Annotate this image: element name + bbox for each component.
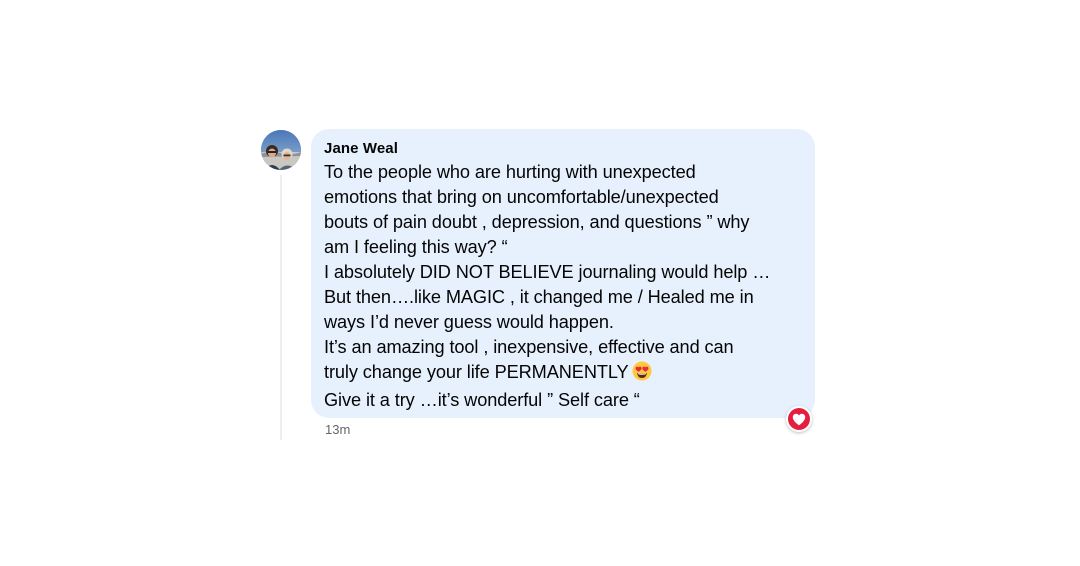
comment-timestamp[interactable]: 13m bbox=[325, 422, 350, 438]
comment-text: To the people who are hurting with unexp… bbox=[324, 160, 801, 413]
love-reaction-badge[interactable] bbox=[786, 406, 812, 432]
comment-line-with-emoji: truly change your life PERMANENTLY bbox=[324, 360, 801, 388]
comment-line: Give it a try …it’s wonderful ” Self car… bbox=[324, 390, 640, 410]
comment-bubble: Jane Weal To the people who are hurting … bbox=[311, 129, 815, 418]
avatar[interactable] bbox=[261, 130, 301, 170]
comment-line: am I feeling this way? “ bbox=[324, 237, 508, 257]
thread-line bbox=[280, 175, 282, 440]
comment-line: To the people who are hurting with unexp… bbox=[324, 162, 696, 182]
comment-line: I absolutely DID NOT BELIEVE journaling … bbox=[324, 262, 771, 282]
love-reaction-icon bbox=[788, 408, 810, 430]
comment-line: bouts of pain doubt , depression, and qu… bbox=[324, 212, 750, 232]
avatar-photo-icon bbox=[261, 130, 301, 170]
comment-line: ways I’d never guess would happen. bbox=[324, 312, 614, 332]
comment-line: It’s an amazing tool , inexpensive, effe… bbox=[324, 337, 734, 357]
comment-line: emotions that bring on uncomfortable/une… bbox=[324, 187, 719, 207]
comment-line: But then….like MAGIC , it changed me / H… bbox=[324, 287, 754, 307]
comment-author-name[interactable]: Jane Weal bbox=[324, 139, 801, 159]
comment-line: truly change your life PERMANENTLY bbox=[324, 362, 629, 382]
heart-eyes-emoji-icon bbox=[632, 361, 652, 388]
